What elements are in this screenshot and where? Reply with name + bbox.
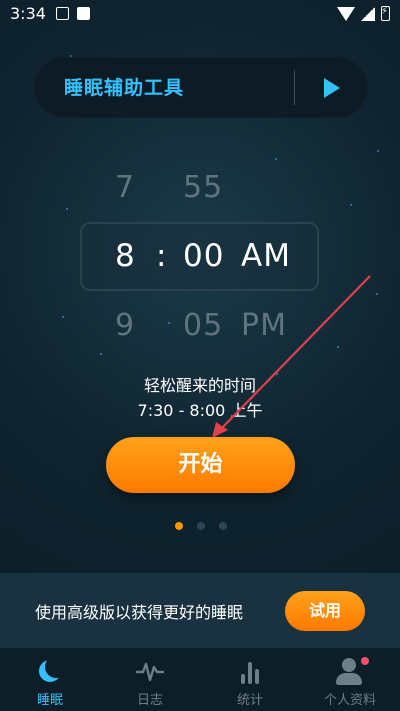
page-dot-3[interactable] [219,522,227,530]
play-icon[interactable] [320,76,344,100]
picker-minute-prev[interactable]: 55 [183,170,223,205]
picker-ampm-next[interactable]: PM [241,308,287,343]
nav-label-sleep: 睡眠 [36,693,63,708]
app-notification-icon [77,7,90,20]
notification-icons [56,7,90,20]
bar-chart-icon [239,660,261,684]
wifi-icon [337,6,355,21]
system-icons [337,6,390,21]
page-indicator [175,522,227,530]
status-bar: 3:34 [0,0,400,28]
nav-item-stats[interactable]: 统计 [200,648,300,711]
nav-item-log[interactable]: 日志 [100,648,200,711]
waveform-icon [136,662,164,682]
trial-button[interactable]: 试用 [285,591,365,631]
nav-item-profile[interactable]: 个人资料 [300,648,400,711]
start-button[interactable]: 开始 [106,437,295,493]
picker-hour-prev[interactable]: 7 [115,170,135,205]
profile-icon-body [336,673,362,685]
notification-badge [361,657,369,665]
nav-item-sleep[interactable]: 睡眠 [0,648,100,711]
image-notification-icon [56,7,69,20]
signal-icon [361,6,375,21]
picker-minute-selected[interactable]: 00 [183,238,224,274]
moon-icon [39,656,67,682]
picker-minute-next[interactable]: 05 [183,308,223,343]
time-picker[interactable]: 7 55 8 : 00 AM 9 05 PM [0,160,400,350]
header-bar: 睡眠辅助工具 [34,57,368,118]
status-time: 3:34 [10,4,46,23]
wake-time-label: 轻松醒来的时间 [143,376,256,395]
picker-separator: : [156,238,168,274]
picker-ampm-selected[interactable]: AM [241,238,291,274]
header-divider [294,70,295,105]
battery-icon [381,6,390,21]
page-dot-1[interactable] [175,522,183,530]
app-title: 睡眠辅助工具 [64,77,185,99]
profile-icon [342,658,356,672]
nav-label-log: 日志 [136,693,163,708]
picker-hour-selected[interactable]: 8 [115,238,136,274]
nav-label-stats: 统计 [236,693,263,708]
picker-hour-next[interactable]: 9 [115,308,135,343]
bottom-navigation: 睡眠 日志 统计 个人资料 [0,648,400,711]
page-dot-2[interactable] [197,522,205,530]
wake-time-range: 7:30 - 8:00 上午 [137,401,263,420]
nav-label-profile: 个人资料 [323,693,376,708]
premium-promo-text: 使用高级版以获得更好的睡眠 [35,603,244,622]
premium-promo-bar: 使用高级版以获得更好的睡眠 试用 [0,573,400,648]
